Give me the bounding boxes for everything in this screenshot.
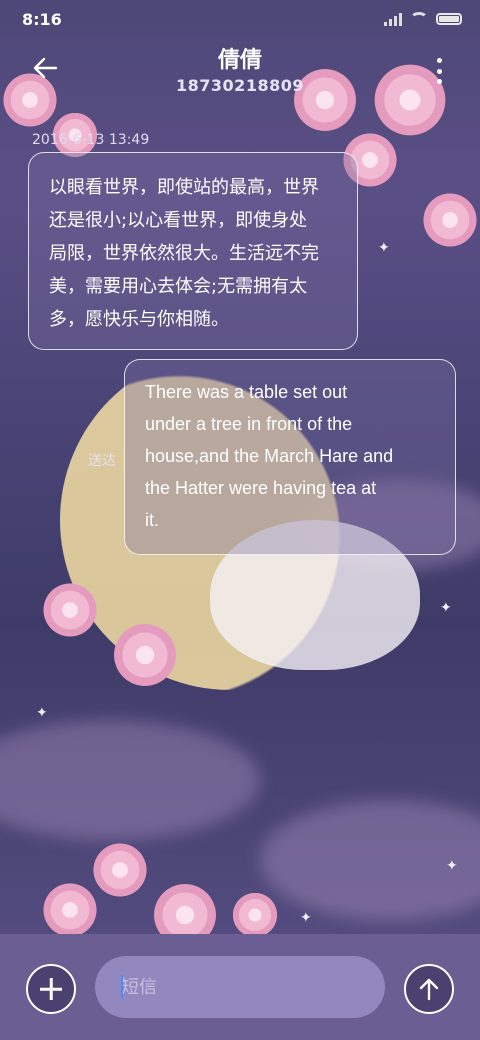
message-line: 以眼看世界，即使站的最高，世界 bbox=[49, 177, 319, 198]
status-bar: 8:16 bbox=[0, 0, 480, 40]
message-line: it. bbox=[145, 510, 160, 530]
message-line: 多，愿快乐与你相随。 bbox=[49, 309, 229, 330]
sent-message-bubble[interactable]: There was a table set out under a tree i… bbox=[124, 359, 456, 555]
arrow-up-icon bbox=[419, 978, 439, 1001]
message-line: 美，需要用心去体会;无需拥有太 bbox=[49, 276, 308, 297]
message-line: under a tree in front of the bbox=[145, 414, 353, 434]
wifi-icon bbox=[410, 12, 428, 26]
status-time: 8:16 bbox=[22, 10, 62, 29]
message-timestamp: 2016-6-13 13:49 bbox=[32, 132, 150, 148]
text-cursor bbox=[121, 975, 123, 999]
more-dot-icon bbox=[436, 68, 442, 74]
received-message-bubble[interactable]: 以眼看世界，即使站的最高，世界 还是很小;以心看世界，即使身处 局限，世界依然很… bbox=[28, 152, 358, 350]
more-options-button[interactable] bbox=[434, 58, 444, 84]
message-line: 还是很小;以心看世界，即使身处 bbox=[49, 210, 308, 231]
message-line: the Hatter were having tea at bbox=[145, 478, 377, 498]
status-icons bbox=[384, 12, 462, 26]
signal-icon bbox=[384, 12, 402, 26]
contact-name: 倩倩 bbox=[217, 48, 262, 73]
message-line: 局限，世界依然很大。生活远不完 bbox=[49, 243, 319, 264]
battery-icon bbox=[436, 13, 462, 25]
more-dot-icon bbox=[436, 58, 442, 63]
more-dot-icon bbox=[436, 79, 442, 84]
add-attachment-button[interactable] bbox=[26, 964, 76, 1014]
message-input[interactable] bbox=[95, 956, 385, 1018]
message-line: house,and the March Hare and bbox=[145, 446, 394, 466]
send-button[interactable] bbox=[404, 964, 454, 1014]
contact-number: 18730218809 bbox=[176, 76, 304, 95]
conversation-header: 倩倩 18730218809 bbox=[0, 40, 480, 100]
message-line: There was a table set out bbox=[145, 382, 348, 402]
composer-bar bbox=[0, 934, 480, 1040]
delivery-status: 送达 bbox=[88, 453, 116, 469]
